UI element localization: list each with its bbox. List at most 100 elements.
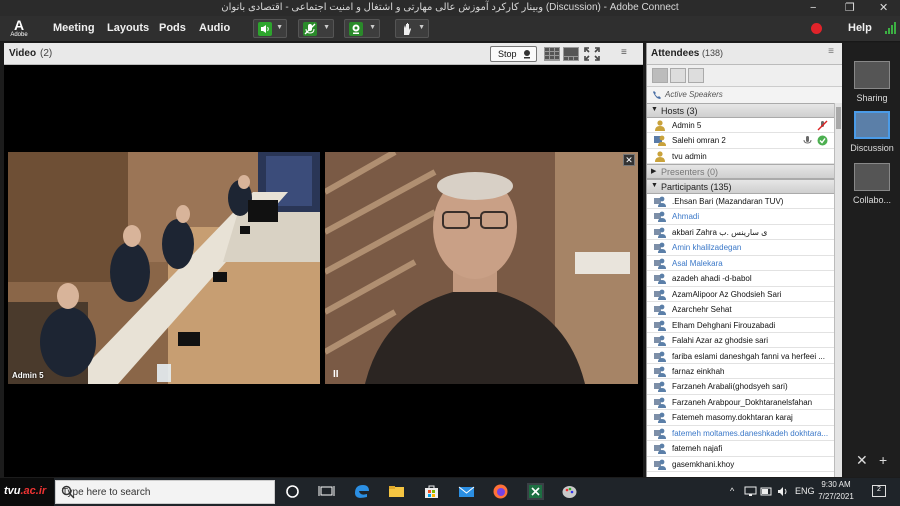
list-view-icon[interactable] [652, 68, 668, 83]
file-explorer-icon[interactable] [388, 483, 405, 500]
participant-name: Amin khalilzadegan [672, 243, 742, 253]
layout-sharing[interactable]: Sharing [844, 57, 900, 105]
notification-center-icon[interactable]: 2 [872, 485, 886, 497]
speaker-volume-button[interactable]: ▼ [253, 19, 287, 38]
webcam-small-icon [524, 50, 530, 59]
menu-audio[interactable]: Audio [199, 22, 230, 34]
layout-tools-icon[interactable]: ✕ [856, 452, 868, 469]
participant-name: .Ehsan Bari (Mazandaran TUV) [672, 197, 784, 206]
participant-name: gasemkhani.khoy [672, 459, 735, 469]
network-icon[interactable] [744, 485, 757, 498]
webcam-button[interactable]: ▼ [344, 19, 380, 38]
close-window-button[interactable]: ✕ [879, 1, 888, 15]
collapse-arrow-icon: ▼ [651, 106, 658, 113]
participant-row[interactable]: .Ehsan Bari (Mazandaran TUV) [647, 194, 834, 210]
host-row[interactable]: Admin 5 [647, 118, 834, 134]
stop-webcam-button[interactable]: Stop [490, 46, 537, 62]
participant-name: Falahi Azar az ghodsie sari [672, 336, 769, 346]
participant-user-icon [654, 335, 666, 347]
host-row[interactable]: Salehi omran 2 [647, 133, 834, 149]
task-view-icon[interactable] [318, 483, 335, 500]
participant-row[interactable]: Elham Dehghani Firouzabadi [647, 318, 834, 334]
hosts-section-header[interactable]: ▼ Hosts (3) [647, 103, 834, 118]
phone-icon [653, 91, 661, 99]
help-menu[interactable]: Help [848, 22, 872, 34]
store-icon[interactable] [423, 483, 440, 500]
participant-row[interactable]: Fatemeh masomy.dokhtaran karaj [647, 410, 834, 426]
participants-label: Participants (135) [661, 182, 732, 192]
menu-layouts[interactable]: Layouts [107, 22, 149, 34]
video-pod-title: Video [9, 48, 37, 59]
mail-icon[interactable] [458, 483, 475, 500]
grid-view-icon[interactable] [544, 47, 560, 61]
fullscreen-icon[interactable] [584, 47, 600, 61]
participant-row[interactable]: gasemkhani.khoy [647, 457, 834, 473]
participant-user-icon [654, 381, 666, 393]
volume-icon[interactable] [777, 485, 790, 498]
participant-name: Farzaneh Arabpour_Dokhtaranelsfahan [672, 397, 813, 407]
paint-icon[interactable] [561, 483, 578, 500]
edge-browser-icon[interactable] [353, 483, 370, 500]
maximize-button[interactable]: ❐ [845, 1, 855, 15]
status-view-icon[interactable] [688, 68, 704, 83]
chevron-down-icon[interactable]: ▼ [323, 24, 330, 31]
participant-row[interactable]: AzamAlipoor Az Ghodsieh Sari [647, 287, 834, 303]
participant-row[interactable]: Asal Malekara [647, 256, 834, 272]
participant-row[interactable]: farnaz einkhah [647, 364, 834, 380]
firefox-icon[interactable] [492, 483, 509, 500]
participant-row[interactable]: Farzaneh Arabpour_Dokhtaranelsfahan [647, 395, 834, 411]
recording-indicator-icon [811, 23, 822, 34]
close-feed-icon[interactable]: ✕ [623, 154, 635, 166]
tvu-logo-suffix: .ac.ir [20, 485, 47, 497]
menu-meeting[interactable]: Meeting [53, 22, 95, 34]
breakout-view-icon[interactable] [670, 68, 686, 83]
minimize-button[interactable]: − [810, 1, 816, 15]
chevron-down-icon[interactable]: ▼ [276, 24, 283, 31]
chevron-down-icon[interactable]: ▼ [369, 24, 376, 31]
participant-row[interactable]: Azarchehr Sehat [647, 302, 834, 318]
participants-section-header[interactable]: ▼ Participants (135) [647, 179, 834, 194]
layout-collaboration[interactable]: Collabo... [844, 159, 900, 207]
host-user-icon [655, 120, 665, 131]
tray-expand-icon[interactable]: ^ [730, 486, 734, 496]
participant-name: fatemeh najafi [672, 444, 723, 454]
video-feed-admin-5[interactable]: Admin 5 [8, 152, 320, 384]
attendees-pod-menu-icon[interactable]: ≡ [828, 46, 834, 57]
raise-hand-button[interactable]: ▼ [395, 19, 429, 38]
scrollbar-thumb[interactable] [836, 107, 841, 129]
taskbar-search-box[interactable]: Type here to search [55, 480, 275, 504]
participant-row[interactable]: Falahi Azar az ghodsie sari [647, 333, 834, 349]
host-row[interactable]: tvu admin [647, 149, 834, 165]
start-button[interactable]: tvu.ac.ir [0, 478, 54, 506]
microphone-button[interactable]: ▼ [298, 19, 334, 38]
participant-user-icon [654, 227, 666, 238]
participant-name: akbari Zahra ی سارینس .ب [672, 227, 768, 237]
cortana-icon[interactable] [284, 483, 301, 500]
filmstrip-view-icon[interactable] [563, 47, 579, 61]
participant-row[interactable]: azadeh ahadi -d-babol [647, 271, 834, 287]
participant-row[interactable]: fatemeh najafi [647, 441, 834, 457]
adobe-logo-mark: A [13, 17, 25, 33]
adobe-connect-taskbar-icon[interactable] [527, 483, 544, 500]
video-feed-speaker[interactable]: II ✕ [325, 152, 638, 384]
battery-icon[interactable] [760, 485, 773, 498]
mic-muted-icon [817, 120, 828, 131]
menu-pods[interactable]: Pods [159, 22, 186, 34]
participant-row[interactable]: Ahmadi [647, 209, 834, 225]
participant-row[interactable]: fatemeh moltames.daneshkadeh dokhtara... [647, 426, 834, 442]
participant-row[interactable]: fariba eslami daneshgah fanni va herfeei… [647, 349, 834, 364]
language-indicator[interactable]: ENG [795, 486, 815, 496]
participant-name: farnaz einkhah [672, 366, 725, 376]
participant-row[interactable]: Farzaneh Arabali(ghodsyeh sari) [647, 379, 834, 395]
participant-row[interactable]: Amin khalilzadegan [647, 240, 834, 256]
add-layout-icon[interactable]: + [879, 452, 887, 468]
chevron-down-icon[interactable]: ▼ [418, 24, 425, 31]
taskbar-clock[interactable]: 9:30 AM 7/27/2021 [816, 479, 856, 503]
attendees-scrollbar[interactable] [834, 103, 842, 477]
presenters-section-header[interactable]: ▶ Presenters (0) [647, 164, 834, 179]
video-pod-count: (2) [40, 48, 53, 59]
video-pod-menu-icon[interactable]: ≡ [621, 47, 627, 58]
layout-discussion[interactable]: Discussion [844, 107, 900, 155]
pause-icon[interactable]: II [333, 369, 339, 380]
participant-row[interactable]: akbari Zahra ی سارینس .ب [647, 225, 834, 241]
